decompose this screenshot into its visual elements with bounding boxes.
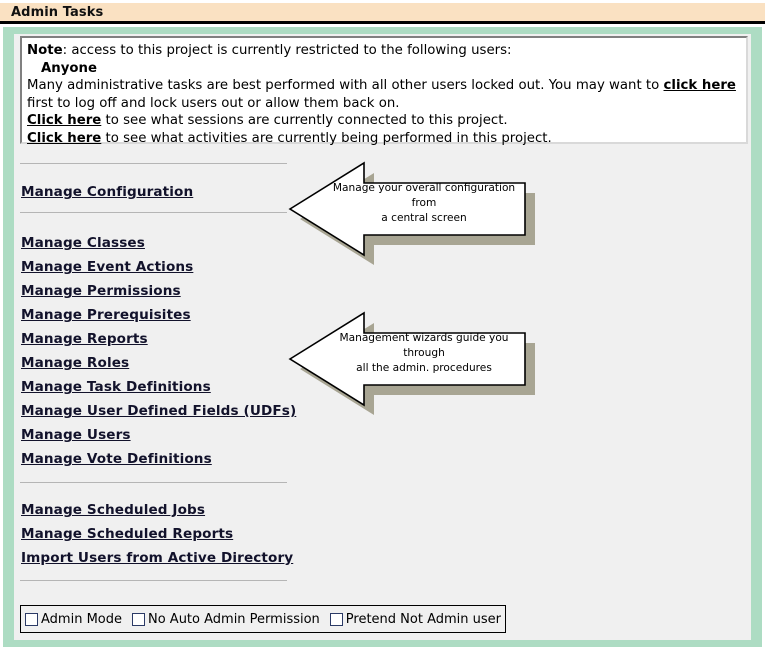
task-link-manage-permissions[interactable]: Manage Permissions [21, 283, 181, 299]
callout-line-1: Manage your overall configuration from [332, 182, 516, 209]
checkbox-item[interactable]: Pretend Not Admin user [329, 611, 502, 627]
task-link-manage-scheduled-reports[interactable]: Manage Scheduled Reports [21, 526, 233, 542]
checkbox-admin-mode[interactable] [25, 612, 38, 626]
window-title: Admin Tasks [11, 5, 104, 20]
callout-arrow: Management wizards guide you through all … [288, 307, 535, 415]
task-link-manage-prerequisites[interactable]: Manage Prerequisites [21, 307, 191, 323]
checkbox-item[interactable]: Admin Mode [25, 612, 122, 627]
task-link-manage-users[interactable]: Manage Users [21, 427, 131, 443]
checkbox-no-auto-admin-permission[interactable] [131, 612, 145, 626]
checkbox-item[interactable]: No Auto Admin Permission [131, 611, 320, 627]
note-sessions-rest: to see what sessions are currently conne… [101, 113, 508, 128]
note-box: Note: access to this project is currentl… [20, 36, 748, 146]
callout-arrow: Manage your overall configuration from a … [288, 157, 535, 265]
task-link-manage-configuration[interactable]: Manage Configuration [21, 184, 193, 200]
task-link-manage-task-definitions[interactable]: Manage Task Definitions [21, 379, 211, 395]
callout-line-2: a central screen [381, 212, 467, 224]
callout-text: Management wizards guide you through all … [326, 331, 522, 376]
admin-tasks-window: Admin Tasks Note: access to this project… [0, 0, 765, 649]
task-link-manage-roles[interactable]: Manage Roles [21, 355, 129, 371]
section-separator [20, 580, 287, 581]
note-users: Anyone [41, 60, 98, 76]
note-activities: Click here to see what activities are cu… [27, 130, 741, 148]
task-link-manage-scheduled-jobs[interactable]: Manage Scheduled Jobs [21, 502, 205, 518]
callout-line-1: Management wizards guide you through [339, 332, 509, 359]
checkbox-label: Admin Mode [41, 611, 122, 627]
note-body: Many administrative tasks are best perfo… [27, 77, 741, 112]
page-content: Note: access to this project is currentl… [14, 34, 751, 640]
activities-click-here-link[interactable]: Click here [27, 131, 101, 146]
section-separator [20, 163, 287, 164]
note-body-before: Many administrative tasks are best perfo… [27, 78, 664, 93]
task-link-manage-reports[interactable]: Manage Reports [21, 331, 148, 347]
note-line-restricted: Note: access to this project is currentl… [27, 42, 741, 60]
checkbox-label: Pretend Not Admin user [345, 611, 502, 627]
checkbox-label: No Auto Admin Permission [147, 611, 320, 627]
section-separator [20, 212, 287, 213]
admin-options-bar: Admin Mode No Auto Admin Permission Preten… [20, 605, 507, 633]
lock-users-click-here-link[interactable]: click here [664, 78, 736, 93]
note-label: Note [27, 43, 63, 58]
note-sessions: Click here to see what sessions are curr… [27, 112, 741, 130]
task-link-import-users-from-active-directory[interactable]: Import Users from Active Directory [21, 550, 293, 566]
window-titlebar: Admin Tasks [0, 3, 765, 24]
note-activities-rest: to see what activities are currently bei… [101, 130, 552, 146]
callout-text: Manage your overall configuration from a … [326, 181, 522, 226]
task-link-manage-classes[interactable]: Manage Classes [21, 235, 145, 251]
task-link-manage-event-actions[interactable]: Manage Event Actions [21, 259, 193, 275]
task-link-manage-vote-definitions[interactable]: Manage Vote Definitions [21, 451, 212, 467]
section-separator [20, 482, 287, 483]
callout-line-2: all the admin. procedures [356, 362, 492, 374]
sessions-click-here-link[interactable]: Click here [27, 113, 101, 128]
note-line1-rest: : access to this project is currently re… [62, 43, 512, 58]
note-body-after: first to log off and lock users out or a… [27, 95, 400, 111]
task-link-manage-user-defined-fields-udfs[interactable]: Manage User Defined Fields (UDFs) [21, 403, 296, 419]
checkbox-pretend-not-admin-user[interactable] [329, 612, 343, 626]
